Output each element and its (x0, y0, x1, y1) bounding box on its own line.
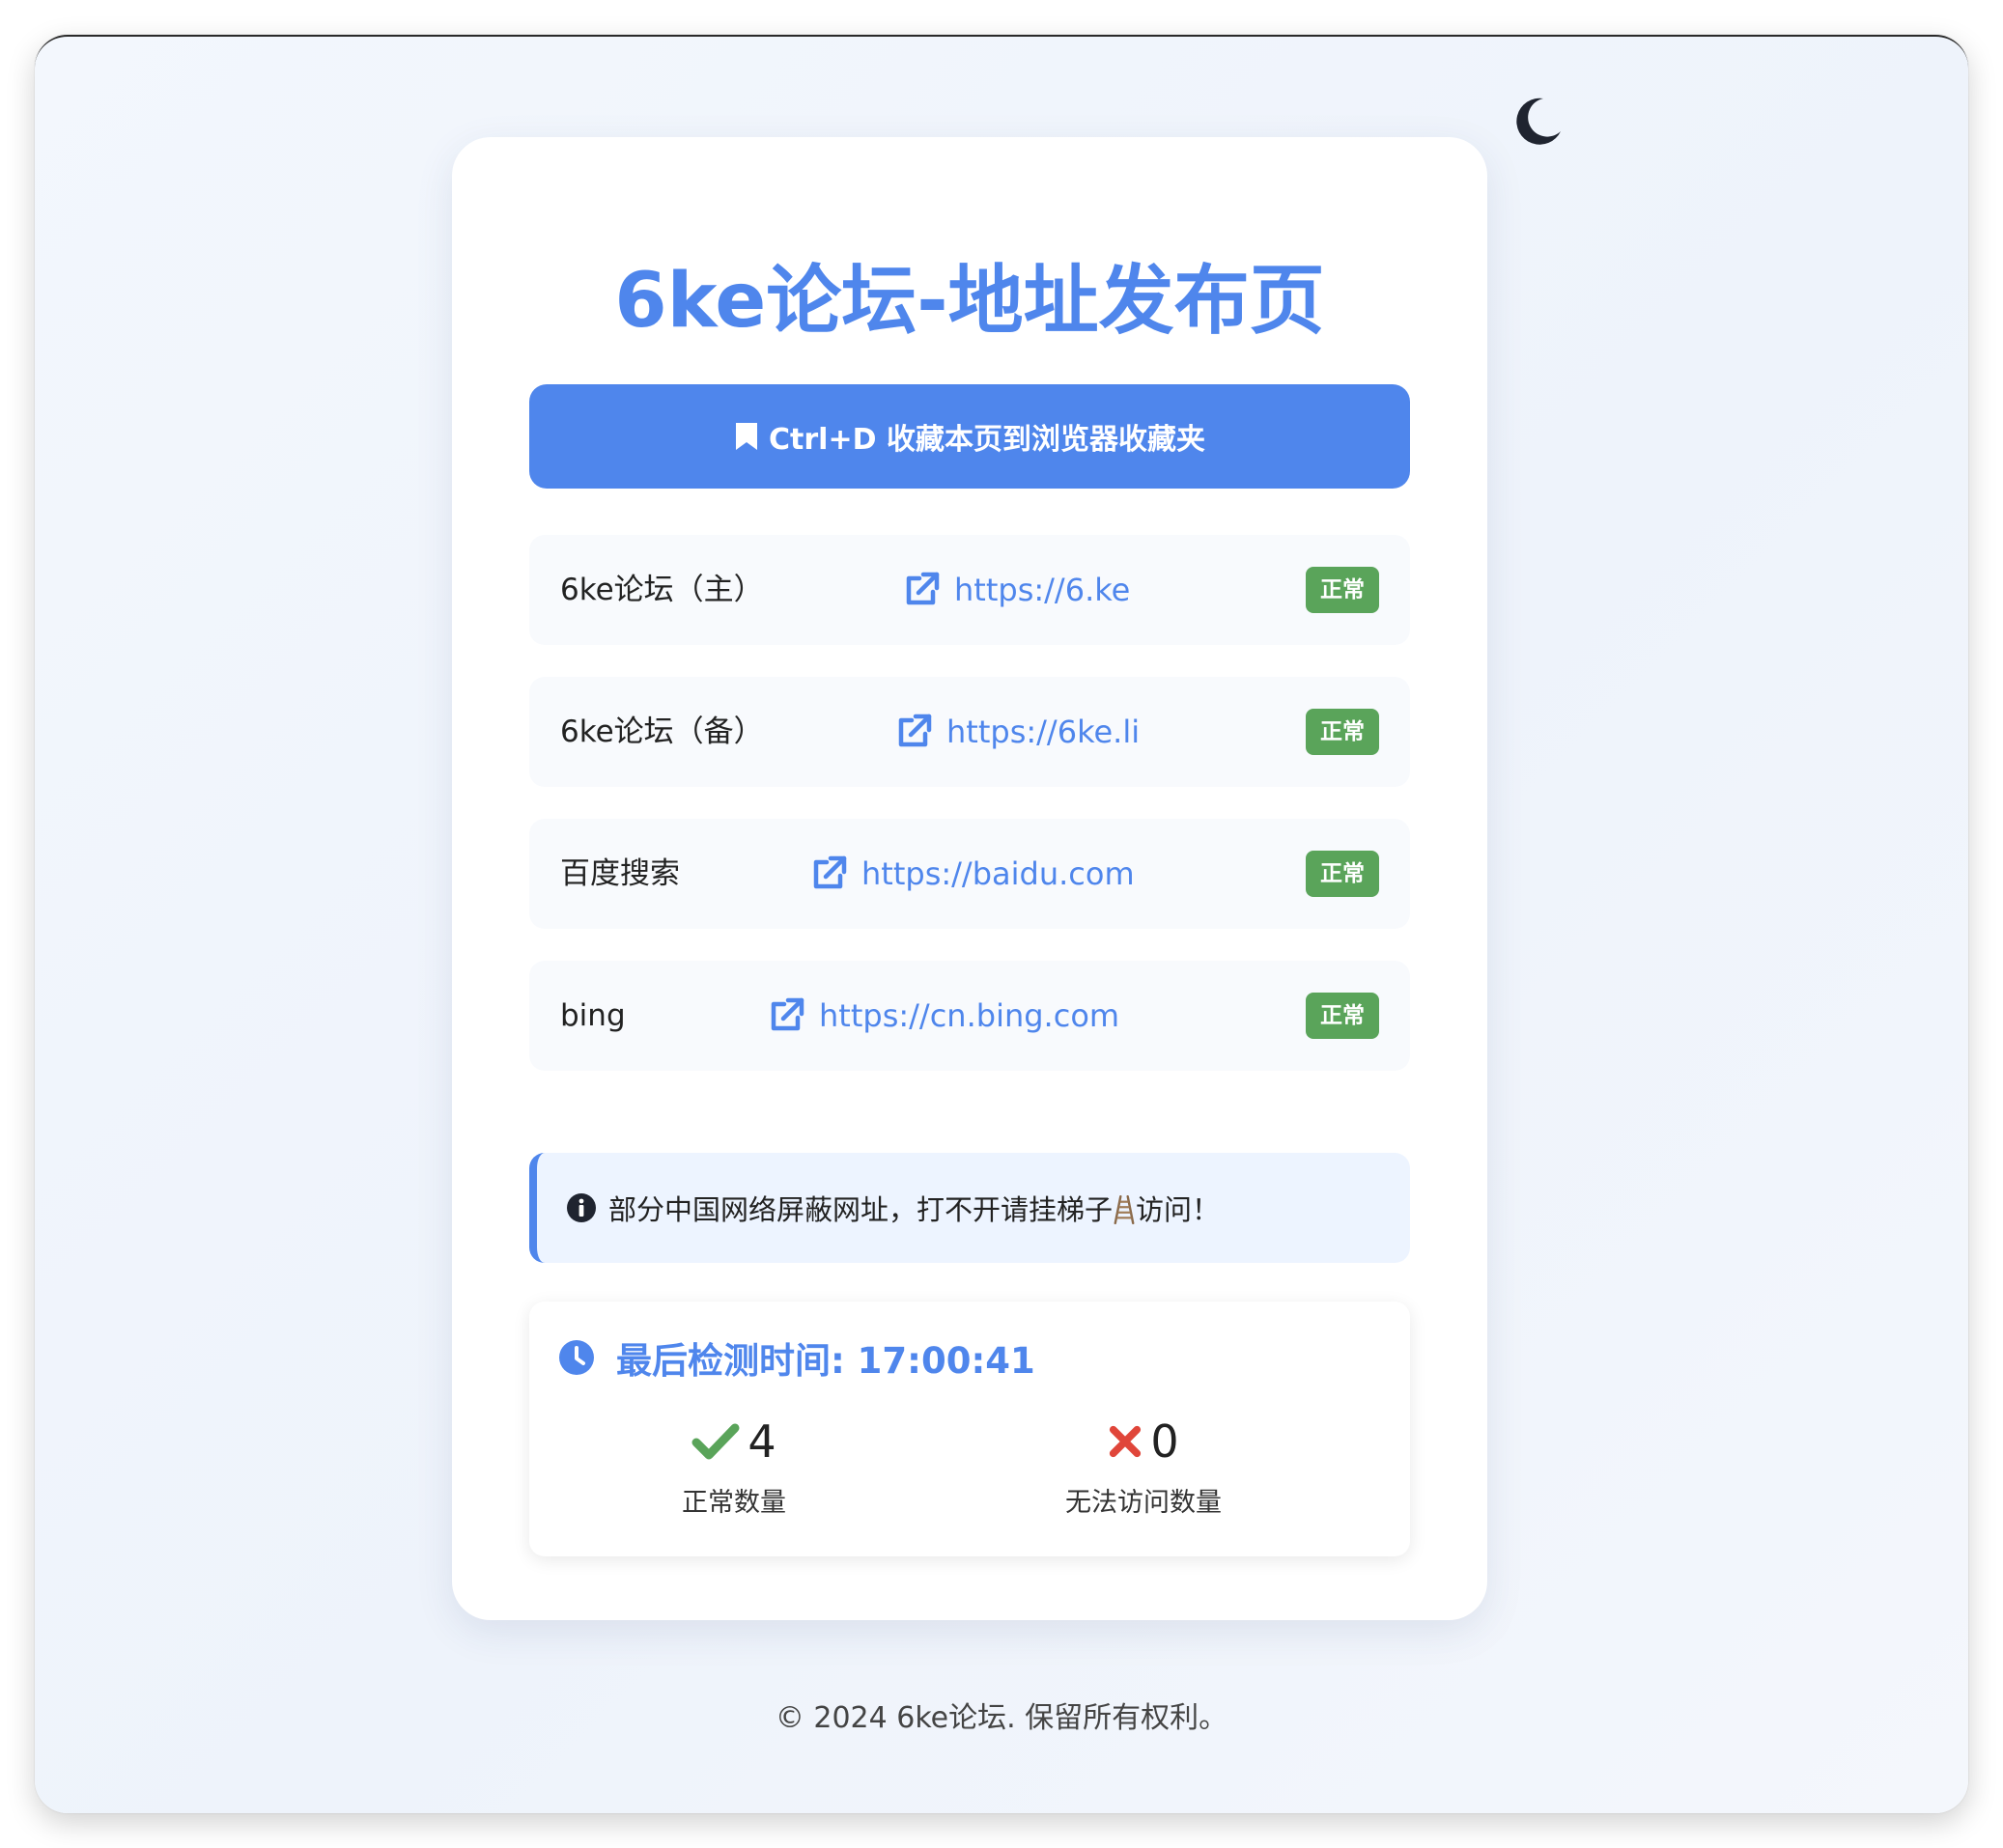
fail-count-label: 无法访问数量 (1065, 1488, 1222, 1518)
link-url[interactable]: https://6.ke (902, 535, 1130, 645)
check-icon (691, 1423, 740, 1460)
status-badge: 正常 (1306, 993, 1379, 1039)
x-icon (1110, 1425, 1142, 1458)
check-stats-card: 最后检测时间: 17:00:41 4 正常数量 0 无法访问数量 (529, 1302, 1410, 1556)
status-badge: 正常 (1306, 709, 1379, 755)
link-url-text: https://cn.bing.com (819, 997, 1120, 1034)
notice-text-end: 访问！ (1136, 1193, 1221, 1226)
external-link-icon (771, 997, 804, 1031)
notice-text: 部分中国网络屏蔽网址，打不开请挂梯子 (608, 1193, 1114, 1226)
external-link-icon (906, 572, 940, 605)
link-url[interactable]: https://baidu.com (809, 819, 1135, 929)
clock-icon (559, 1340, 594, 1375)
external-link-icon (898, 714, 932, 747)
bookmark-button[interactable]: Ctrl+D 收藏本页到浏览器收藏夹 (529, 384, 1410, 489)
link-name: 百度搜索 (560, 856, 680, 891)
link-url-text: https://baidu.com (861, 855, 1135, 892)
link-name: bing (560, 998, 626, 1033)
link-row: bing https://cn.bing.com 正常 (529, 961, 1410, 1071)
link-row: 6ke论坛（备） https://6ke.li 正常 (529, 677, 1410, 787)
link-row: 6ke论坛（主） https://6.ke 正常 (529, 535, 1410, 645)
link-url[interactable]: https://cn.bing.com (767, 961, 1119, 1071)
ok-stat: 4 正常数量 (589, 1414, 879, 1519)
ok-count: 4 (748, 1415, 776, 1468)
bookmark-icon (736, 423, 758, 450)
status-badge: 正常 (1306, 851, 1379, 897)
fail-count: 0 (1150, 1415, 1179, 1468)
ladder-icon (1113, 1193, 1136, 1226)
fail-stat: 0 无法访问数量 (999, 1414, 1288, 1519)
link-url-text: https://6ke.li (946, 714, 1141, 750)
bookmark-button-label: Ctrl+D 收藏本页到浏览器收藏夹 (769, 423, 1205, 457)
theme-toggle-button[interactable] (1510, 95, 1565, 149)
status-badge: 正常 (1306, 567, 1379, 613)
moon-icon (1516, 98, 1561, 145)
link-url[interactable]: https://6ke.li (894, 677, 1140, 787)
link-name: 6ke论坛（主） (560, 573, 764, 607)
info-icon (567, 1193, 596, 1222)
network-notice: 部分中国网络屏蔽网址，打不开请挂梯子 访问！ (529, 1153, 1410, 1263)
main-card: 6ke论坛-地址发布页 Ctrl+D 收藏本页到浏览器收藏夹 6ke论坛（主） … (452, 137, 1487, 1620)
last-check-header: 最后检测时间: 17:00:41 (558, 1330, 1035, 1385)
external-link-icon (813, 855, 847, 889)
link-name: 6ke论坛（备） (560, 714, 764, 749)
last-check-time: 最后检测时间: 17:00:41 (616, 1340, 1035, 1382)
link-url-text: https://6.ke (954, 572, 1131, 608)
link-row: 百度搜索 https://baidu.com 正常 (529, 819, 1410, 929)
ok-count-label: 正常数量 (682, 1488, 786, 1518)
page-title: 6ke论坛-地址发布页 (614, 258, 1325, 345)
footer-copyright: © 2024 6ke论坛. 保留所有权利。 (775, 1701, 1228, 1735)
browser-window: 6ke论坛-地址发布页 Ctrl+D 收藏本页到浏览器收藏夹 6ke论坛（主） … (35, 35, 1968, 1813)
